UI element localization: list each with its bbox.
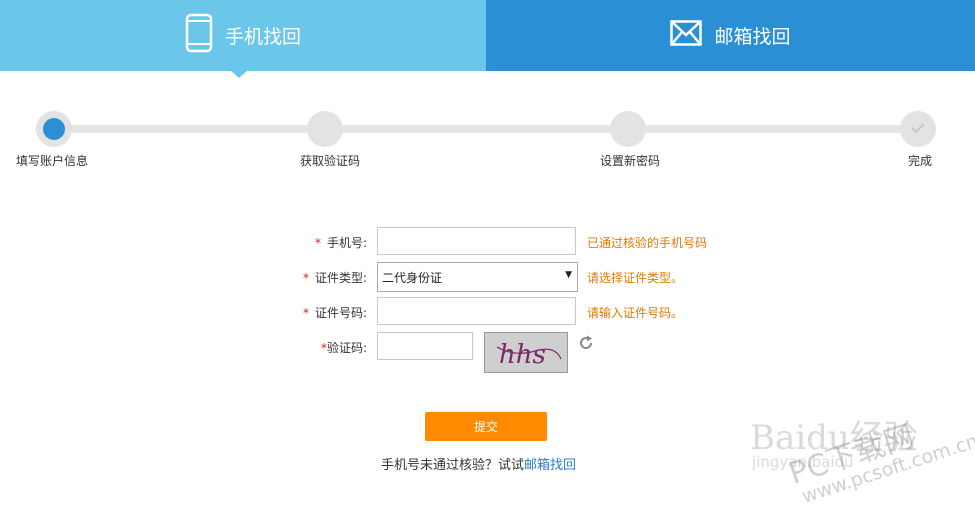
id-number-row: * 证件号码: 请输入证件号码。 <box>0 296 975 328</box>
phone-label-text: 手机号: <box>326 236 367 250</box>
step-dot-set-password <box>610 111 646 147</box>
phone-input[interactable] <box>377 227 576 255</box>
captcha-label-text: 验证码: <box>326 341 367 355</box>
phone-label: * 手机号: <box>315 234 367 251</box>
alt-recovery-line: 手机号未通过核验？试试邮箱找回 <box>381 454 576 473</box>
id-type-row: * 证件类型: 二代身份证 ▼ 请选择证件类型。 <box>0 261 975 293</box>
step-dot-complete <box>900 111 936 147</box>
step-label-set-password: 设置新密码 <box>600 154 661 168</box>
step-label-complete: 完成 <box>908 154 933 168</box>
captcha-text: hhs <box>499 340 546 370</box>
tab-phone-recovery[interactable]: 手机找回 <box>0 0 486 71</box>
required-mark: * <box>302 271 309 285</box>
id-number-label-text: 证件号码: <box>314 306 367 320</box>
id-number-label: * 证件号码: <box>303 304 367 321</box>
captcha-row: *验证码: hhs <box>0 331 975 373</box>
phone-row: * 手机号: 已通过核验的手机号码 <box>0 226 975 258</box>
refresh-captcha-icon[interactable] <box>578 335 594 351</box>
dropdown-arrow-icon: ▼ <box>565 270 572 280</box>
step-label-get-code: 获取验证码 <box>300 154 361 168</box>
captcha-image[interactable]: hhs <box>484 332 568 373</box>
id-type-label-text: 证件类型: <box>314 271 367 285</box>
tab-email-recovery[interactable]: 邮箱找回 <box>486 0 975 71</box>
email-recovery-link[interactable]: 邮箱找回 <box>524 458 576 473</box>
captcha-label: *验证码: <box>321 339 367 356</box>
checkmark-icon <box>911 122 925 137</box>
recovery-tabs: 手机找回 邮箱找回 <box>0 0 975 78</box>
id-type-select[interactable]: 二代身份证 ▼ <box>377 262 578 292</box>
tab-phone-label: 手机找回 <box>224 26 301 48</box>
captcha-input[interactable] <box>377 332 473 360</box>
alt-recovery-text: 手机号未通过核验？试试 <box>381 458 525 473</box>
step-label-fill-account: 填写账户信息 <box>16 154 89 168</box>
id-type-selected: 二代身份证 <box>382 271 443 285</box>
id-type-hint: 请选择证件类型。 <box>587 271 684 285</box>
envelope-icon <box>670 20 703 51</box>
phone-icon <box>185 13 213 58</box>
step-dot-get-code <box>307 111 343 147</box>
active-tab-pointer <box>231 71 247 78</box>
required-mark: * <box>302 306 309 320</box>
tab-email-label: 邮箱找回 <box>714 26 791 48</box>
id-type-label: * 证件类型: <box>303 269 367 286</box>
progress-track <box>54 125 920 133</box>
step-dot-fill-account <box>36 111 72 147</box>
id-number-input[interactable] <box>377 297 576 325</box>
required-mark: * <box>314 236 321 250</box>
submit-button[interactable]: 提交 <box>425 412 547 441</box>
phone-hint: 已通过核验的手机号码 <box>587 236 708 250</box>
progress-steps: 填写账户信息 获取验证码 设置新密码 完成 <box>0 108 975 178</box>
id-number-hint: 请输入证件号码。 <box>587 306 684 320</box>
